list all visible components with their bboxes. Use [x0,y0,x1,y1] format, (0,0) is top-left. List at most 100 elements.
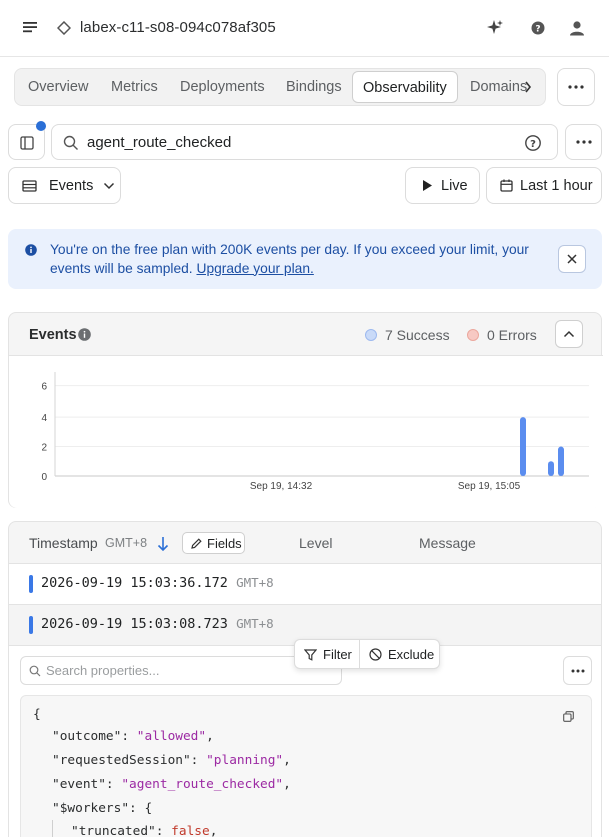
more-horizontal-icon [568,85,584,89]
user-icon[interactable] [567,18,587,38]
json-line-truncated: "truncated": false, [71,824,218,837]
info-icon [78,328,91,341]
sort-down-icon[interactable] [157,536,169,552]
upgrade-plan-link[interactable]: Upgrade your plan. [196,261,313,276]
worker-name: labex-c11-s08-094c078af305 [80,19,276,36]
search-icon [29,665,41,677]
filter-popover: Filter Exclude [294,639,440,669]
query-value: agent_route_checked [87,134,232,151]
collapse-chart-button[interactable] [555,320,583,348]
tab-bindings[interactable]: Bindings [286,69,342,105]
y-tick-label: 4 [41,413,47,424]
fields-label: Fields [207,535,242,551]
info-icon [25,244,37,256]
tab-overview[interactable]: Overview [28,69,88,105]
x-tick-label: Sep 19, 15:05 [458,481,521,492]
svg-text:?: ? [530,139,536,150]
tab-observability[interactable]: Observability [352,71,458,103]
col-message[interactable]: Message [419,535,476,551]
sidebar-icon [20,136,34,150]
more-horizontal-icon [575,140,592,144]
worker-diamond-icon [56,20,72,38]
close-icon [567,254,577,264]
col-level[interactable]: Level [299,535,332,551]
exclude-button[interactable]: Exclude [369,647,434,662]
legend-success-label: 7 Success [385,327,450,343]
svg-text:?: ? [535,25,540,35]
legend-success-swatch [365,329,377,341]
success-bar[interactable] [548,461,554,476]
events-chart: 6 4 2 0 Sep 19, 14:32 Sep 19, 15:05 [9,355,603,508]
col-timezone: GMT+8 [105,536,148,550]
notification-dot [36,121,46,131]
chevron-right-icon[interactable] [523,77,533,100]
help-icon[interactable]: ? [528,18,548,38]
more-horizontal-icon [571,669,584,672]
view-label: Events [49,177,94,194]
menu-icon[interactable] [22,20,40,36]
level-indicator [29,616,33,634]
json-line-requested-session: "requestedSession": "planning", [52,753,291,768]
json-open-brace: { [33,707,41,722]
search-properties-placeholder: Search properties... [46,663,160,678]
row-timestamp: 2026-09-19 15:03:36.172 GMT+8 [41,575,274,591]
filter-label: Filter [323,647,352,662]
y-tick-label: 0 [41,472,47,483]
banner-text: You're on the free plan with 200K events… [50,241,530,278]
copy-icon[interactable] [563,711,574,722]
popover-divider [359,640,360,668]
exclude-icon [369,648,382,661]
play-icon [423,180,432,191]
chevron-up-icon [563,330,575,338]
live-button[interactable]: Live [405,167,480,204]
level-indicator [29,575,33,593]
json-line-workers: "$workers": { [52,801,153,816]
tab-deployments[interactable]: Deployments [180,69,265,105]
query-search-input[interactable]: agent_route_checked ? [51,124,558,160]
event-details: Search properties... { "outcome": "allow… [8,646,602,837]
legend-success[interactable]: 7 Success [365,327,450,343]
filter-button[interactable]: Filter [304,647,352,662]
x-tick-label: Sep 19, 14:32 [250,481,313,492]
row-timestamp: 2026-09-19 15:03:08.723 GMT+8 [41,616,274,632]
view-select[interactable]: Events [8,167,121,204]
fields-button[interactable]: Fields [182,532,245,554]
calendar-icon [500,179,513,192]
json-line-outcome: "outcome": "allowed", [52,729,214,744]
col-timestamp[interactable]: Timestamp [29,535,98,551]
legend-errors[interactable]: 0 Errors [467,327,537,343]
y-tick-label: 2 [41,443,47,454]
sparkle-icon[interactable] [485,18,505,38]
success-bar[interactable] [558,446,564,476]
query-more-button[interactable] [565,124,602,160]
events-table-header: Timestamp GMT+8 Fields Level Message [8,521,602,564]
legend-errors-label: 0 Errors [487,327,537,343]
legend-errors-swatch [467,329,479,341]
event-json-view: { "outcome": "allowed", "requestedSessio… [20,695,592,837]
json-line-event: "event": "agent_route_checked", [52,777,291,792]
list-icon [22,179,37,192]
exclude-label: Exclude [388,647,435,662]
events-chart-panel: Events 7 Success 0 Errors 6 4 2 0 Sep 19, 14… [8,312,603,508]
pencil-icon [191,537,202,549]
filter-icon [304,648,317,661]
dismiss-banner-button[interactable] [558,245,586,273]
success-bar[interactable] [520,417,526,476]
worker-tabs: Overview Metrics Deployments Bindings Ob… [14,68,546,106]
events-chart-svg: 6 4 2 0 Sep 19, 14:32 Sep 19, 15:05 [41,372,589,492]
search-icon [63,135,78,150]
tabs-more-button[interactable] [557,68,595,106]
tab-metrics[interactable]: Metrics [111,69,158,105]
y-tick-label: 6 [41,382,47,393]
top-bar: labex-c11-s08-094c078af305 ? [0,0,609,57]
events-panel-title: Events [29,327,77,343]
time-range-button[interactable]: Last 1 hour [486,167,602,204]
tab-domains[interactable]: Domains [470,69,530,105]
details-more-button[interactable] [563,656,592,685]
live-label: Live [441,177,468,194]
free-plan-banner: You're on the free plan with 200K events… [8,229,602,289]
table-row[interactable]: 2026-09-19 15:03:36.172 GMT+8 [8,564,602,605]
query-help-icon: ? [525,135,541,151]
time-range-label: Last 1 hour [520,177,593,194]
json-indent-guide [52,820,53,837]
